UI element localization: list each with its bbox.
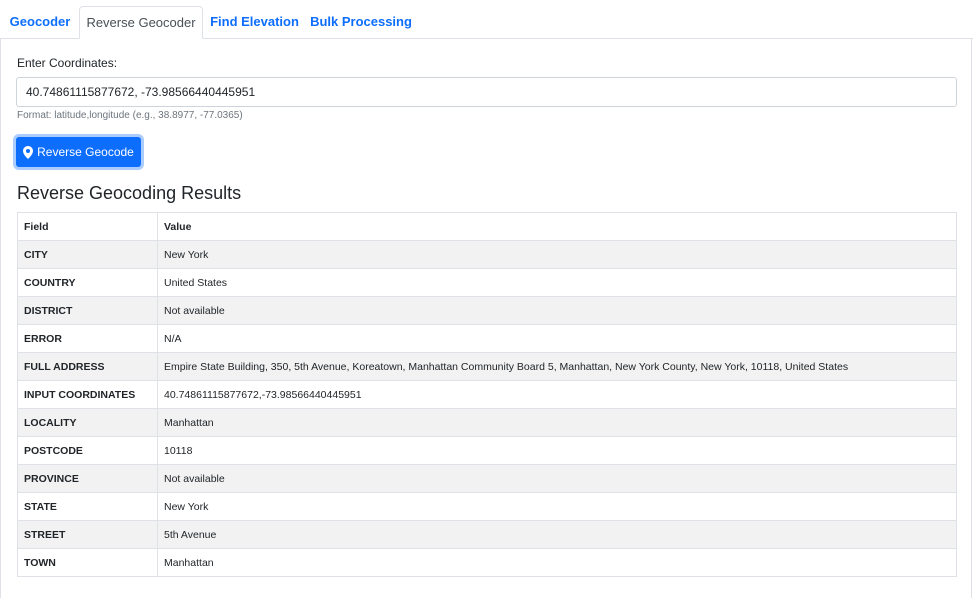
table-row: ERROR N/A [17, 324, 957, 353]
value-cell: Manhattan [157, 408, 957, 437]
table-row: FULL ADDRESS Empire State Building, 350, … [17, 352, 957, 381]
results-table: Field Value CITY New York COUNTRY United S… [17, 212, 957, 577]
reverse-geocode-button[interactable]: Reverse Geocode [16, 137, 141, 167]
value-cell: N/A [157, 324, 957, 353]
table-row: PROVINCE Not available [17, 464, 957, 493]
reverse-geocode-button-label: Reverse Geocode [37, 145, 134, 159]
value-cell: Not available [157, 464, 957, 493]
field-cell: TOWN [17, 548, 158, 577]
value-cell: Empire State Building, 350, 5th Avenue, … [157, 352, 957, 381]
value-cell: Manhattan [157, 548, 957, 577]
tab-bulk-processing[interactable]: Bulk Processing [306, 6, 416, 37]
value-cell: 40.74861115877672,-73.98566440445951 [157, 380, 957, 409]
field-cell: LOCALITY [17, 408, 158, 437]
tab-reverse-geocoder[interactable]: Reverse Geocoder [79, 6, 203, 39]
field-cell: STATE [17, 492, 158, 521]
column-header-field: Field [17, 212, 158, 241]
table-row: TOWN Manhattan [17, 548, 957, 577]
value-cell: New York [157, 492, 957, 521]
coordinates-label: Enter Coordinates: [17, 56, 118, 70]
table-row: POSTCODE 10118 [17, 436, 957, 465]
value-cell: 10118 [157, 436, 957, 465]
field-cell: INPUT COORDINATES [17, 380, 158, 409]
field-cell: FULL ADDRESS [17, 352, 158, 381]
table-header-row: Field Value [17, 212, 957, 241]
table-row: STATE New York [17, 492, 957, 521]
field-cell: POSTCODE [17, 436, 158, 465]
field-cell: STREET [17, 520, 158, 549]
tab-geocoder[interactable]: Geocoder [0, 6, 80, 37]
table-row: INPUT COORDINATES 40.74861115877672,-73.9… [17, 380, 957, 409]
field-cell: DISTRICT [17, 296, 158, 325]
table-row: COUNTRY United States [17, 268, 957, 297]
map-marker-icon [23, 145, 34, 159]
table-row: LOCALITY Manhattan [17, 408, 957, 437]
value-cell: New York [157, 240, 957, 269]
tab-find-elevation[interactable]: Find Elevation [203, 6, 306, 37]
table-row: DISTRICT Not available [17, 296, 957, 325]
format-hint: Format: latitude,longitude (e.g., 38.897… [17, 110, 243, 121]
nav-tabs: Geocoder Reverse Geocoder Find Elevation… [0, 6, 973, 39]
column-header-value: Value [157, 212, 957, 241]
table-row: CITY New York [17, 240, 957, 269]
value-cell: Not available [157, 296, 957, 325]
field-cell: PROVINCE [17, 464, 158, 493]
coordinates-input[interactable] [16, 77, 957, 107]
results-heading: Reverse Geocoding Results [17, 183, 242, 203]
field-cell: COUNTRY [17, 268, 158, 297]
value-cell: United States [157, 268, 957, 297]
field-cell: ERROR [17, 324, 158, 353]
value-cell: 5th Avenue [157, 520, 957, 549]
field-cell: CITY [17, 240, 158, 269]
table-row: STREET 5th Avenue [17, 520, 957, 549]
